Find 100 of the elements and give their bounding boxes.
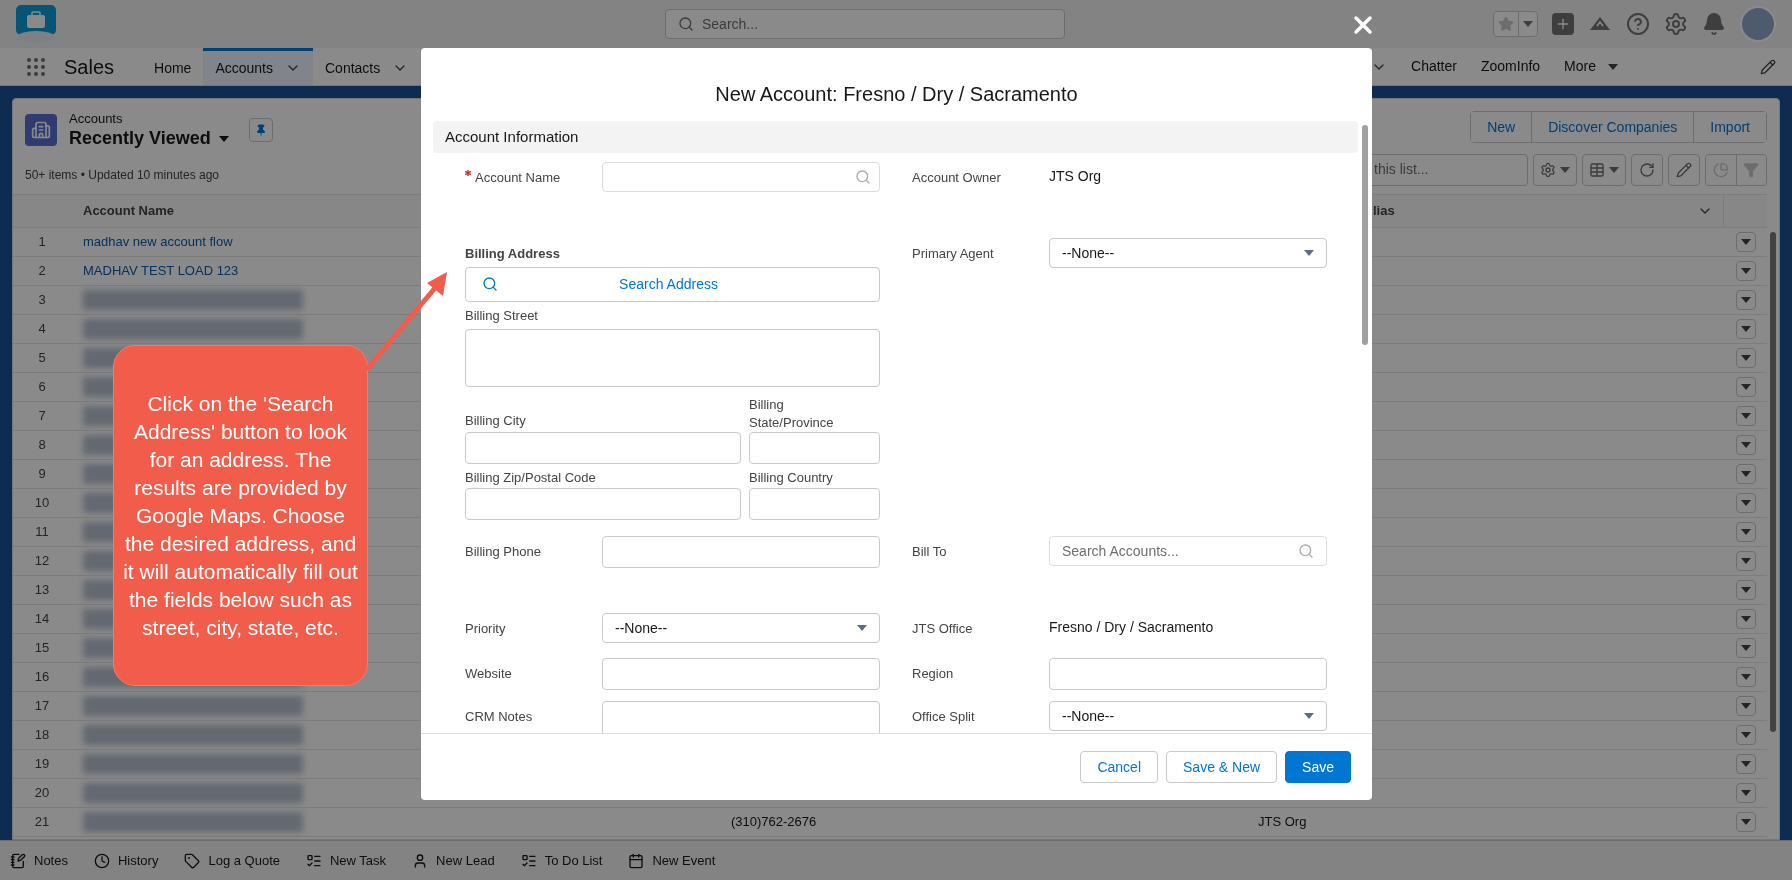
row-menu-button[interactable] [1735,289,1756,310]
input-field[interactable] [602,658,880,690]
select-dropdown[interactable]: --None-- [1049,701,1327,731]
list-view-selector[interactable]: Recently Viewed [69,127,229,150]
row-number: 9 [38,465,46,483]
caret-down-icon [1740,760,1751,767]
nav-tab[interactable]: Contacts [313,48,421,85]
settings-icon[interactable] [1664,12,1688,36]
caret-down-icon [1740,528,1751,535]
row-menu-button[interactable] [1735,347,1756,368]
refresh-button[interactable] [1631,153,1663,186]
favorites-button[interactable] [1493,11,1538,37]
row-menu-button[interactable] [1735,637,1756,658]
row-menu-button[interactable] [1735,405,1756,426]
row-menu-button[interactable] [1735,463,1756,484]
select-dropdown[interactable]: --None-- [602,613,880,643]
help-icon[interactable] [1626,12,1650,36]
edit-icon[interactable] [1760,58,1776,75]
nav-tab[interactable]: Home [142,48,204,85]
callout-box: Click on the 'Search Address' button to look for an address. The results are provided by Google Maps. Choose the desired address, and it will automatically fill out the fields below such as street, city, state, etc. [113,345,368,686]
display-menu-button[interactable] [1582,153,1626,186]
pin-button[interactable] [248,118,273,143]
row-number: 12 [34,552,50,570]
row-menu-button[interactable] [1735,579,1756,600]
row-number: 3 [38,291,46,309]
account-link[interactable]: madhav new account flow [83,232,233,252]
input-field[interactable] [465,488,741,520]
object-label: Accounts [69,111,124,128]
footer-button[interactable]: Cancel [1080,751,1159,783]
field-value: JTS Org [1049,167,1102,186]
input-field[interactable] [602,536,880,568]
input-field[interactable] [602,701,880,733]
input-field[interactable] [465,432,741,464]
nav-tab[interactable]: Accounts [203,48,313,85]
lookup-field[interactable] [602,162,880,192]
caret-down-icon [1740,267,1751,274]
field-label: Bill To [912,543,948,561]
row-menu-button[interactable] [1735,550,1756,571]
input-field[interactable] [749,488,880,520]
accounts-icon [25,114,57,147]
save-button[interactable]: Save [1285,751,1351,783]
row-menu-button[interactable] [1735,724,1756,745]
add-button[interactable] [1552,13,1574,35]
lookup-field[interactable]: Search Accounts... [1049,536,1327,566]
search-field[interactable]: Search... [665,9,1065,39]
input-field[interactable] [1049,658,1327,690]
settings-menu-button[interactable] [1533,153,1577,186]
action-button[interactable]: Import [1693,112,1766,142]
column-header[interactable]: lias [1373,201,1395,221]
caret-down-icon [1740,499,1751,506]
utility-item[interactable]: History [93,850,159,871]
scrollbar[interactable] [1770,231,1776,732]
row-number: 1 [38,233,46,251]
caret-down-icon [1740,615,1751,622]
field-label: Office Split [912,708,976,726]
column-header[interactable]: Account Name [83,201,175,221]
textarea-field[interactable] [465,329,880,387]
app-name: Sales [64,54,115,80]
utility-item[interactable]: New Lead [412,850,495,871]
row-number: 20 [34,784,50,802]
row-number: 16 [34,668,50,686]
input-field[interactable] [749,432,880,464]
row-menu-button[interactable] [1735,695,1756,716]
row-menu-button[interactable] [1735,608,1756,629]
field-label: CRM Notes [465,708,534,726]
scrollbar[interactable] [1362,125,1368,345]
caret-down-icon [1304,250,1314,256]
caret-down-icon [857,625,867,631]
row-menu-button[interactable] [1735,434,1756,455]
account-link[interactable]: MADHAV TEST LOAD 123 [83,261,239,281]
select-dropdown[interactable]: --None-- [1049,238,1327,268]
row-menu-button[interactable] [1735,260,1756,281]
footer-button[interactable]: Save & New [1166,751,1278,783]
briefcase-logo-icon[interactable] [16,5,56,43]
nav-tab[interactable]: Chatter [1399,48,1469,85]
row-menu-button[interactable] [1735,811,1756,832]
settings-icon [1540,161,1556,178]
field-label: Billing City [465,411,527,430]
row-number: 11 [35,523,49,541]
nav-tab[interactable]: More [1552,48,1630,85]
utility-item[interactable]: Notes [10,850,68,871]
utility-item[interactable]: New Task [306,850,387,871]
edit-button[interactable] [1668,153,1700,186]
row-menu-button[interactable] [1735,492,1756,513]
avatar[interactable] [1740,6,1776,42]
utility-item[interactable]: To Do List [520,850,603,871]
utility-item[interactable]: New Event [628,850,716,871]
row-menu-button[interactable] [1735,753,1756,774]
row-menu-button[interactable] [1735,318,1756,339]
row-menu-button[interactable] [1735,666,1756,687]
bell-icon[interactable] [1702,12,1726,36]
row-menu-button[interactable] [1735,521,1756,542]
search-address-button[interactable]: Search Address [465,266,880,302]
row-menu-button[interactable] [1735,376,1756,397]
tag-icon [184,852,201,869]
row-menu-button[interactable] [1735,231,1756,252]
utility-item[interactable]: Log a Quote [184,850,280,871]
clock-icon [93,852,110,869]
row-menu-button[interactable] [1735,782,1756,803]
nav-tab[interactable]: ZoomInfo [1468,48,1553,85]
